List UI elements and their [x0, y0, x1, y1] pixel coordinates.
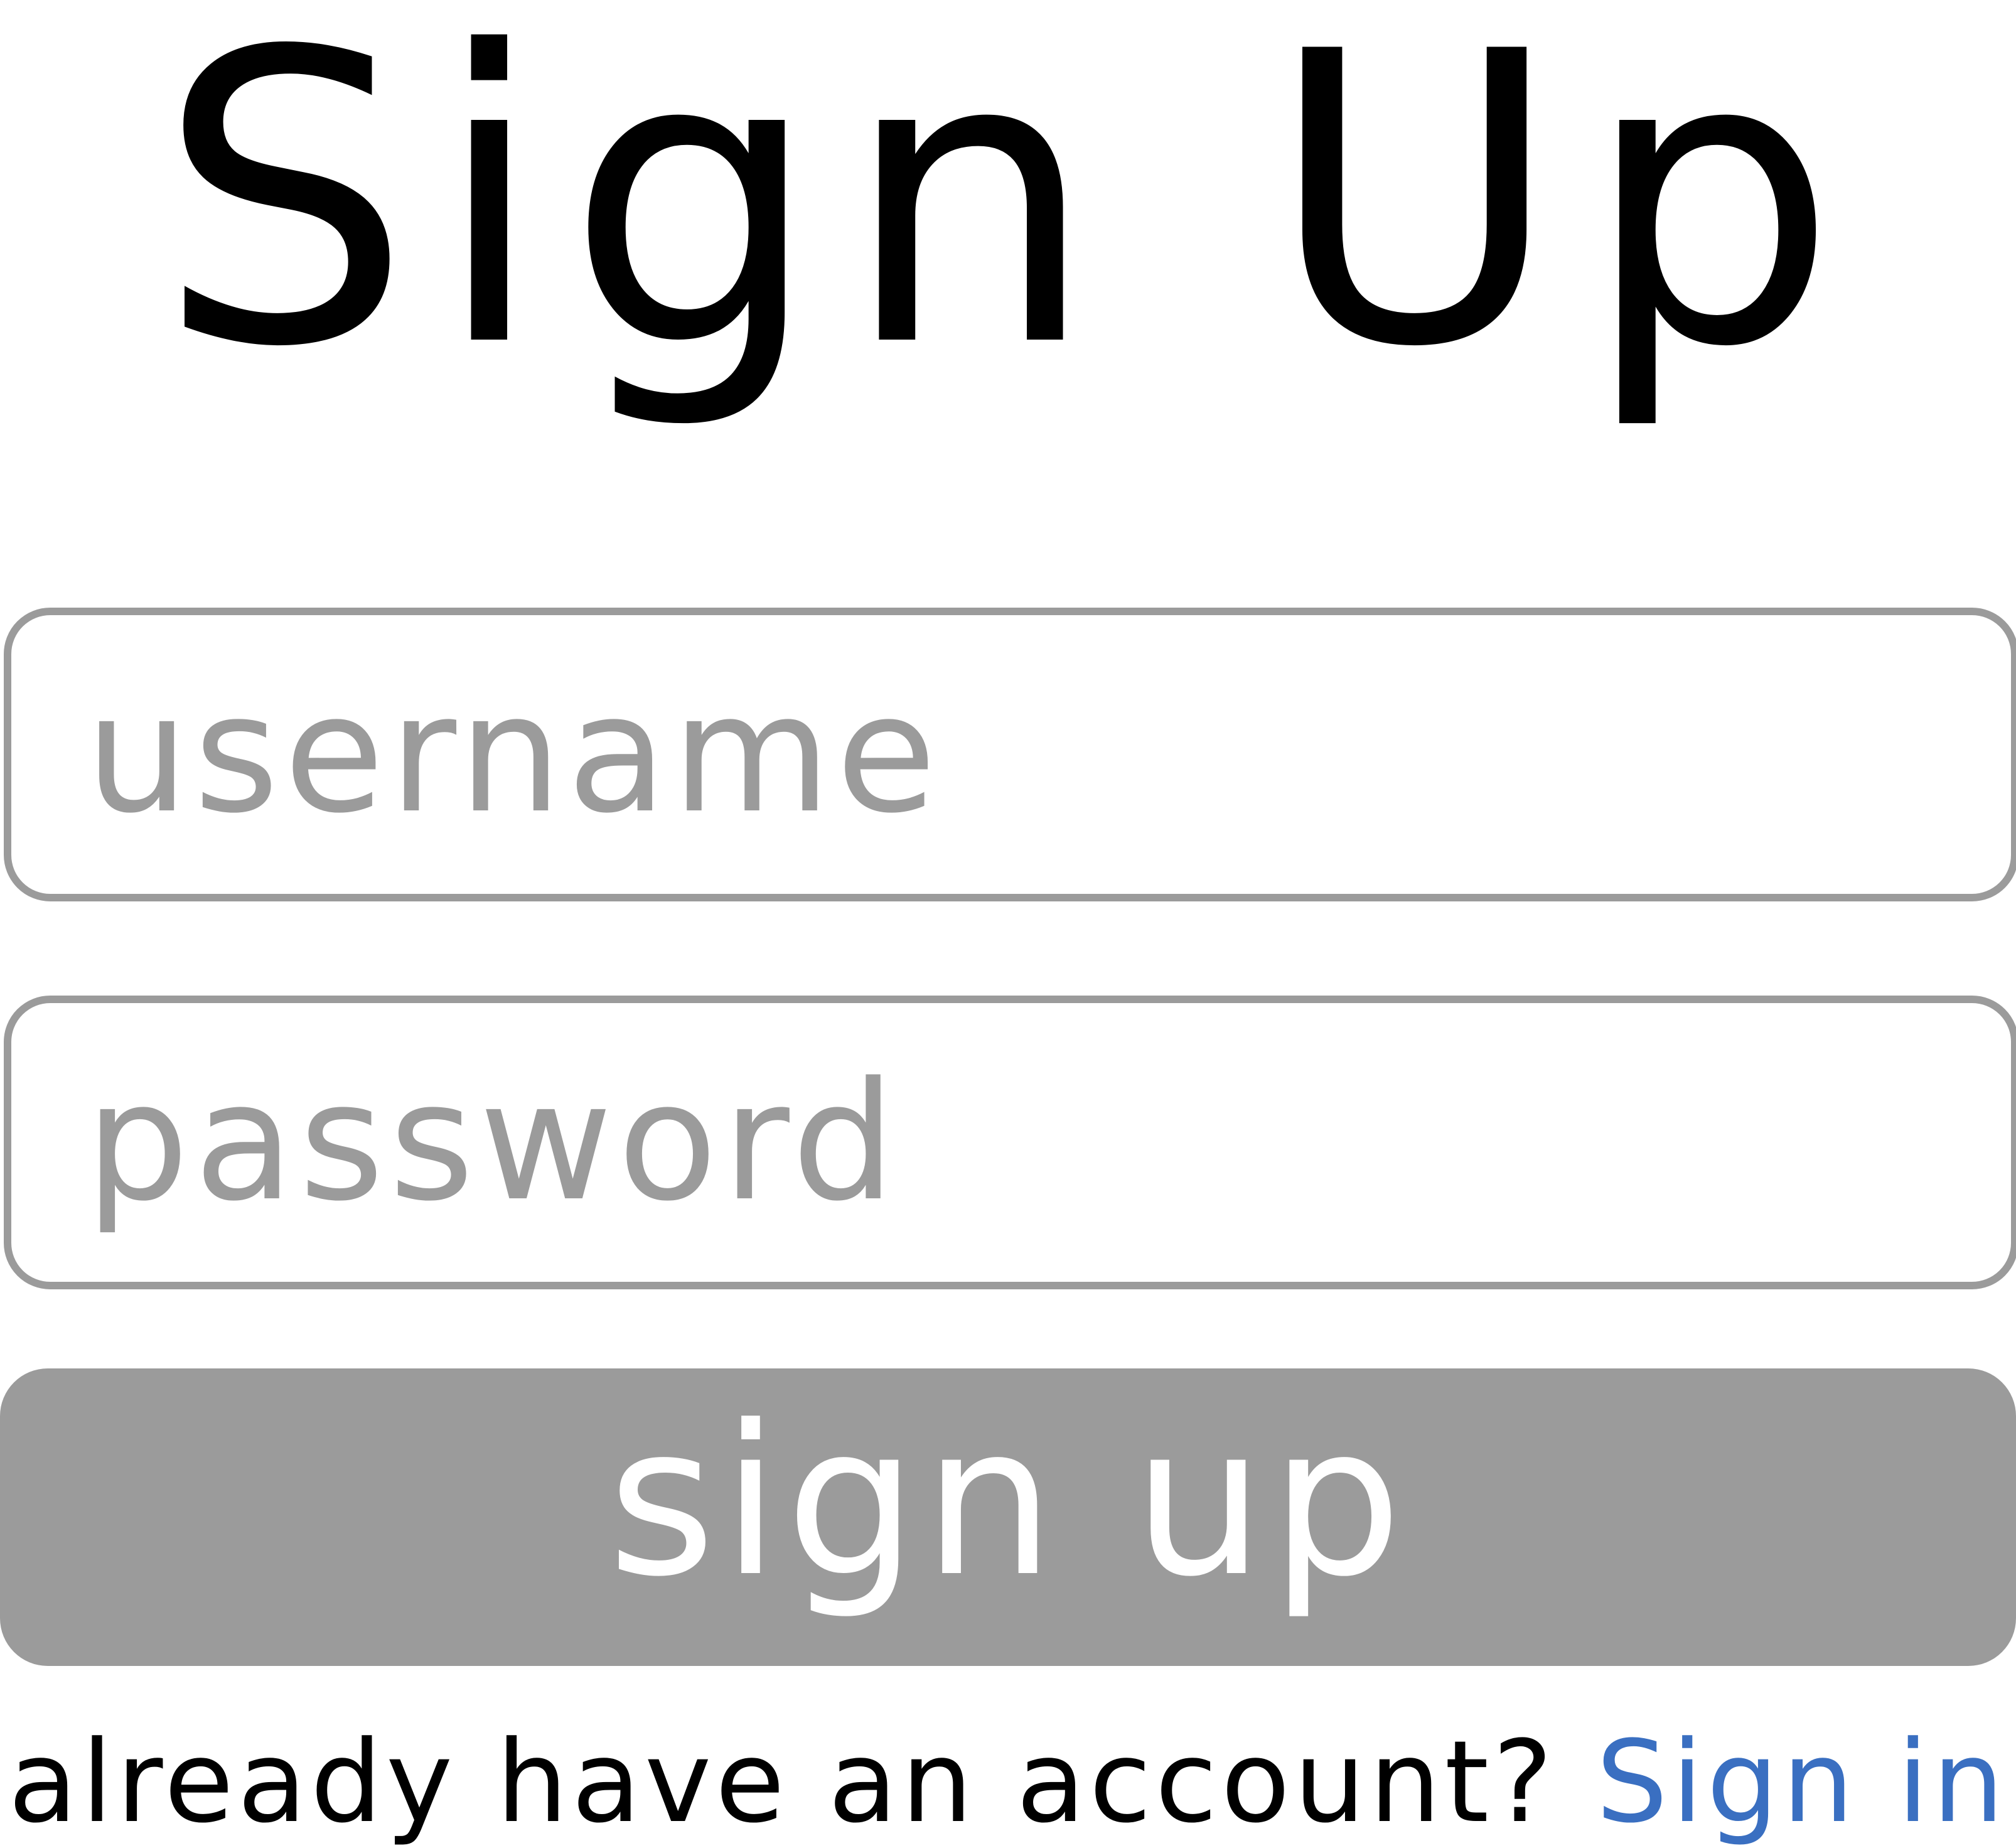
username-field[interactable]	[4, 608, 2016, 901]
sign-up-button[interactable]: sign up	[0, 1368, 2016, 1666]
sign-in-prompt: already have an account? Sign in	[0, 1720, 2016, 1845]
page-title: Sign Up	[156, 0, 1860, 434]
sign-in-prompt-text: already have an account?	[8, 1717, 1557, 1848]
password-field[interactable]	[4, 996, 2016, 1289]
username-input[interactable]	[11, 615, 2011, 894]
sign-in-link[interactable]: Sign in	[1596, 1717, 2008, 1848]
password-input[interactable]	[11, 1003, 2011, 1282]
